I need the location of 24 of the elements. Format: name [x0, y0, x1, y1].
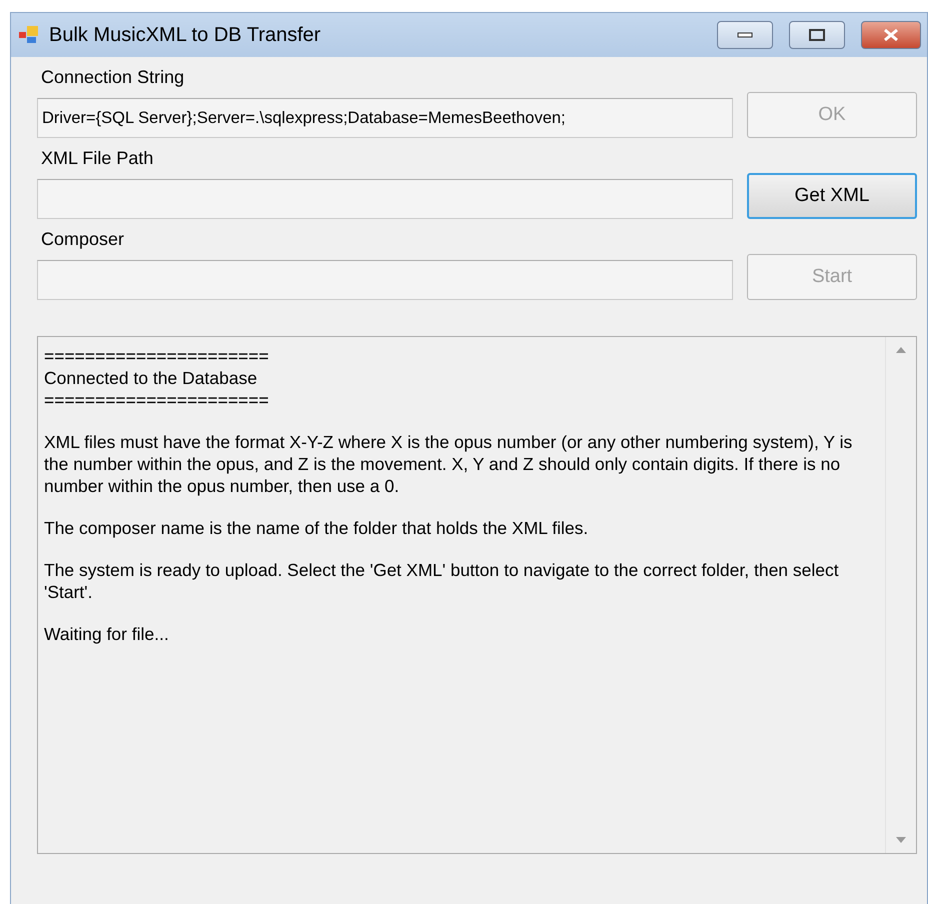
log-line: Connected to the Database	[44, 367, 258, 389]
app-icon	[19, 26, 39, 44]
log-line: ======================	[44, 389, 270, 411]
minimize-icon	[737, 32, 753, 38]
window-title: Bulk MusicXML to DB Transfer	[49, 24, 322, 46]
text-field[interactable]: Driver={SQL Server};Server=.\sqlexpress;Database=MemesBeethoven;	[37, 98, 733, 138]
maximize-icon	[809, 29, 825, 41]
log-line: The composer name is the name of the folder that holds the XML files.	[44, 517, 590, 539]
close-button[interactable]	[861, 21, 921, 49]
log-line: Waiting for file...	[44, 623, 170, 645]
field-label: XML File Path	[40, 148, 154, 170]
field-label: Connection String	[40, 67, 186, 89]
text-field[interactable]	[37, 179, 733, 219]
field-label: Composer	[40, 229, 126, 251]
scroll-up-icon	[896, 347, 906, 353]
log-line: ======================	[44, 345, 270, 367]
scroll-down-icon	[896, 837, 906, 843]
log-line: XML files must have the format X-Y-Z where X is the opus number (or any other numbering system), Y is the number within the opus, and Z is the movement. X, Y and Z should only contain digits. If there is no number within the opus number, then use a 0.	[44, 431, 854, 497]
maximize-button[interactable]	[789, 21, 845, 49]
text-field[interactable]	[37, 260, 733, 300]
close-icon	[882, 28, 900, 42]
action-button[interactable]: Get XML	[747, 173, 917, 219]
minimize-button[interactable]	[717, 21, 773, 49]
log-line: The system is ready to upload. Select the 'Get XML' button to navigate to the correct folder, then select 'Start'.	[44, 559, 840, 603]
